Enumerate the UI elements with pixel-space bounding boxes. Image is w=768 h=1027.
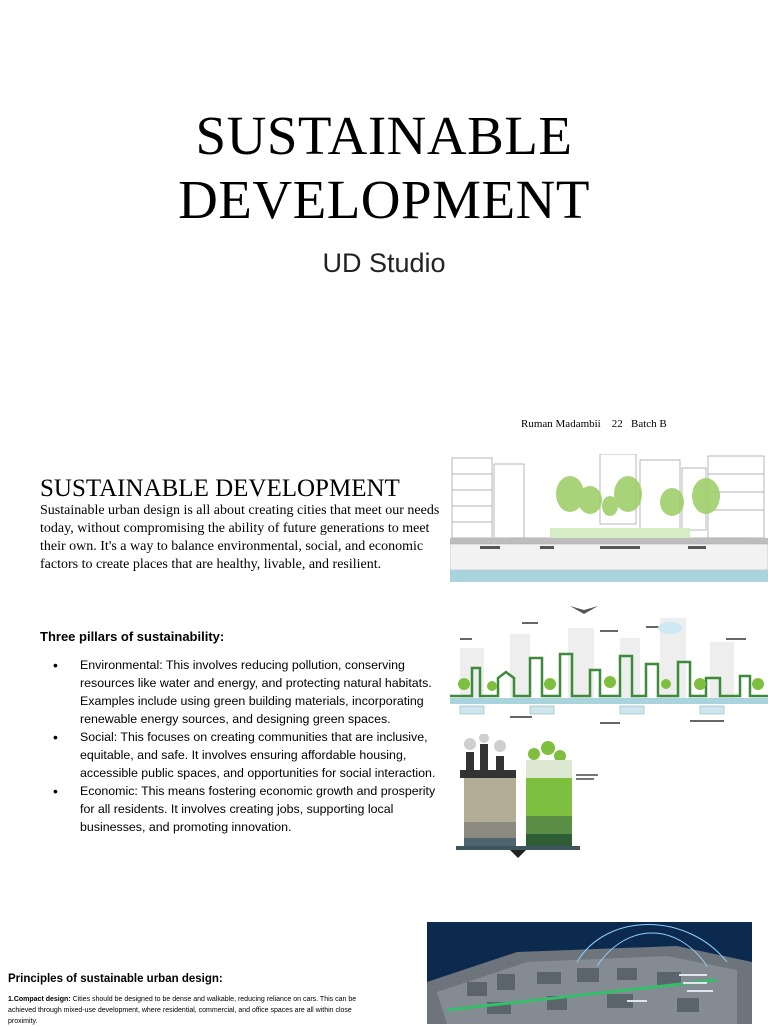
title-line-1: SUSTAINABLE [195, 105, 573, 166]
pillar-item-environmental: Environmental: This involves reducing po… [40, 656, 445, 728]
principle-item-1-label: 1.Compact design: [8, 996, 71, 1003]
section-heading: SUSTAINABLE DEVELOPMENT [40, 475, 400, 502]
pillars-list: Environmental: This involves reducing po… [40, 656, 445, 836]
city-water-illustration [450, 598, 768, 732]
author-line: Ruman Madambii 22 Batch B [521, 418, 667, 430]
pillar-item-economic: Economic: This means fostering economic … [40, 782, 445, 836]
slide-title: SUSTAINABLE DEVELOPMENT [0, 104, 768, 232]
principle-item-1: 1.Compact design: Cities should be desig… [8, 994, 380, 1027]
aerial-city-map-illustration [427, 922, 752, 1024]
intro-paragraph: Sustainable urban design is all about cr… [40, 503, 440, 572]
sustainability-balance-illustration [452, 734, 612, 860]
street-section-illustration [450, 454, 768, 582]
pillars-heading: Three pillars of sustainability: [40, 629, 225, 644]
title-line-2: DEVELOPMENT [178, 169, 590, 230]
principles-heading: Principles of sustainable urban design: [8, 973, 223, 985]
pillar-item-social: Social: This focuses on creating communi… [40, 728, 445, 782]
slide-subtitle: UD Studio [322, 248, 446, 278]
title-slide: SUSTAINABLE DEVELOPMENT UD Studio Ruman … [0, 0, 768, 446]
